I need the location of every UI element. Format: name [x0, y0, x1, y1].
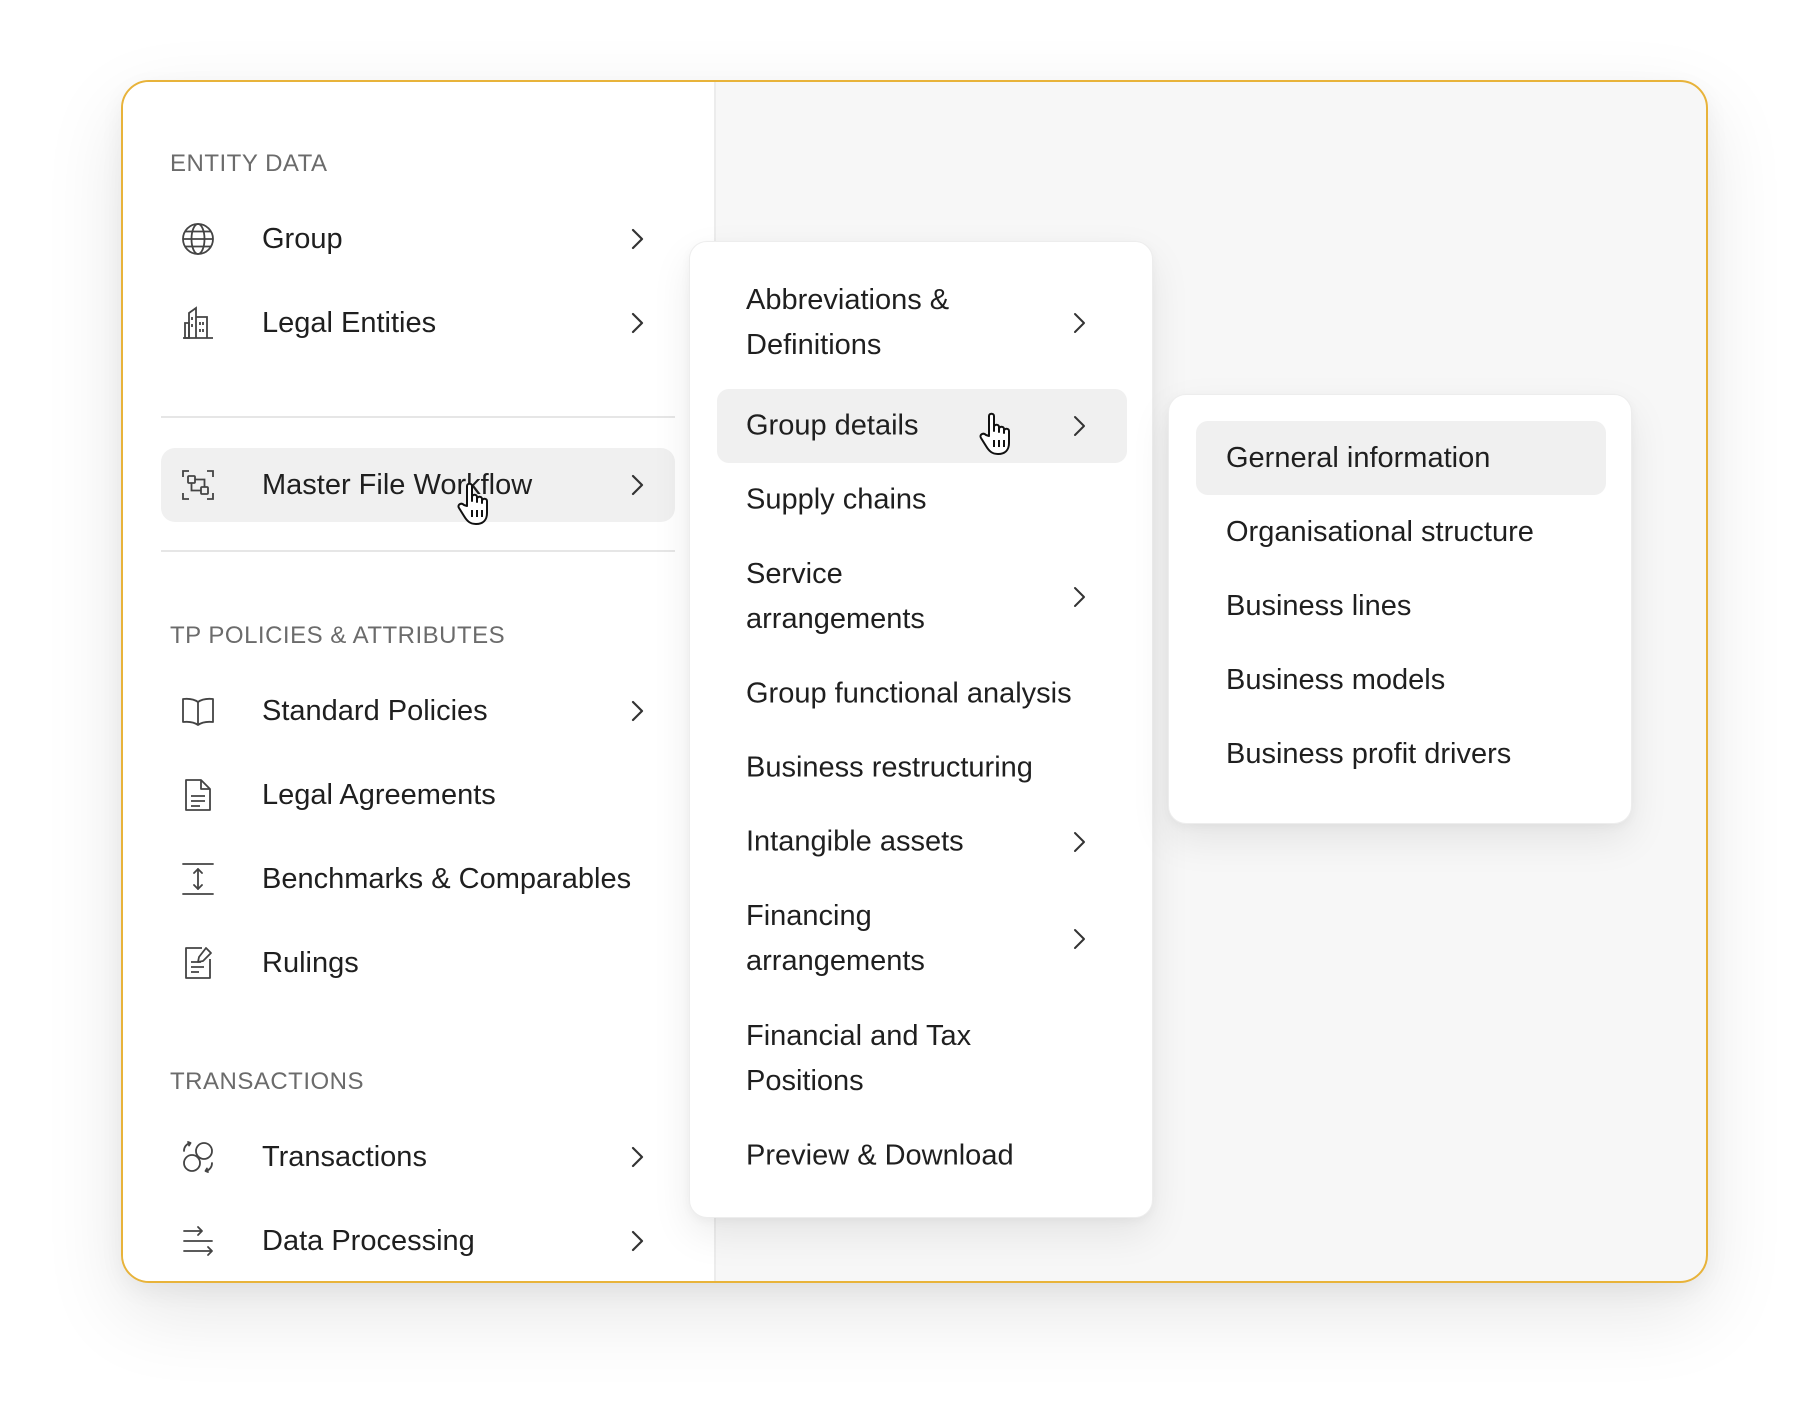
section-title-entity-data: ENTITY DATA — [170, 150, 328, 177]
menu-item-label: Group functional analysis — [746, 677, 1072, 710]
submenu-item-business-lines[interactable]: Business lines — [1196, 569, 1606, 643]
scan-workflow-icon — [180, 467, 216, 503]
submenu-item-general-information[interactable]: Gerneral information — [1196, 421, 1606, 495]
chevron-right-icon — [1067, 311, 1091, 335]
menu-item-group-details[interactable]: Group details — [717, 389, 1127, 463]
sidebar-item-label: Benchmarks & Comparables — [262, 863, 632, 895]
chevron-right-icon — [1067, 585, 1091, 609]
menu-item-supply-chains[interactable]: Supply chains — [717, 463, 1127, 537]
menu-item-preview-download[interactable]: Preview & Download — [717, 1119, 1127, 1193]
sidebar-item-label: Transactions — [262, 1141, 427, 1173]
submenu-item-business-models[interactable]: Business models — [1196, 643, 1606, 717]
section-title-tp-policies: TP POLICIES & ATTRIBUTES — [170, 622, 506, 649]
submenu-item-label: Gerneral information — [1226, 442, 1491, 474]
submenu-item-label: Business profit drivers — [1226, 738, 1512, 770]
submenu-item-business-profit-drivers[interactable]: Business profit drivers — [1196, 717, 1606, 791]
chevron-right-icon — [625, 473, 649, 497]
menu-item-group-functional-analysis[interactable]: Group functional analysis — [717, 657, 1127, 731]
app-window: ENTITY DATA Group Legal Entities Master … — [121, 80, 1708, 1283]
sidebar-item-group[interactable]: Group — [161, 202, 675, 276]
sidebar-item-benchmarks[interactable]: Benchmarks & Comparables — [161, 842, 675, 916]
chevron-right-icon — [1067, 830, 1091, 854]
divider — [161, 416, 675, 418]
submenu-item-organisational-structure[interactable]: Organisational structure — [1196, 495, 1606, 569]
menu-item-label: Financial and Tax Positions — [746, 1020, 972, 1097]
group-details-submenu: Gerneral information Organisational stru… — [1168, 394, 1632, 824]
building-icon — [180, 305, 216, 341]
menu-item-label: Business restructuring — [746, 751, 1033, 784]
menu-item-label: Intangible assets — [746, 825, 964, 858]
exchange-icon — [180, 1139, 216, 1175]
sidebar-item-rulings[interactable]: Rulings — [161, 926, 675, 1000]
menu-item-abbreviations[interactable]: Abbreviations & Definitions — [717, 268, 1127, 378]
arrows-right-icon — [180, 1223, 216, 1259]
menu-item-service-arrangements[interactable]: Service arrangements — [717, 537, 1127, 657]
sidebar-item-label: Rulings — [262, 947, 359, 979]
globe-icon — [180, 221, 216, 257]
chevron-right-icon — [625, 699, 649, 723]
book-icon — [180, 693, 216, 729]
menu-item-business-restructuring[interactable]: Business restructuring — [717, 731, 1127, 805]
menu-item-label: Supply chains — [746, 483, 927, 516]
submenu-item-label: Organisational structure — [1226, 516, 1534, 548]
chevron-right-icon — [1067, 414, 1091, 438]
divider — [161, 550, 675, 552]
master-file-menu: Abbreviations & Definitions Group detail… — [689, 241, 1153, 1218]
document-edit-icon — [180, 945, 216, 981]
hand-pointer-icon — [455, 480, 495, 528]
menu-item-financial-tax-positions[interactable]: Financial and Tax Positions — [717, 999, 1127, 1119]
sidebar-item-label: Legal Agreements — [262, 779, 496, 811]
sidebar-item-label: Standard Policies — [262, 695, 488, 727]
sidebar-item-transactions[interactable]: Transactions — [161, 1120, 675, 1194]
menu-item-label: Preview & Download — [746, 1139, 1014, 1172]
chevron-right-icon — [625, 311, 649, 335]
sidebar-item-legal-agreements[interactable]: Legal Agreements — [161, 758, 675, 832]
sidebar-item-label: Data Processing — [262, 1225, 475, 1257]
chevron-right-icon — [1067, 927, 1091, 951]
sidebar: ENTITY DATA Group Legal Entities Master … — [123, 82, 716, 1281]
menu-item-label: Financing arrangements — [746, 900, 925, 977]
chevron-right-icon — [625, 227, 649, 251]
menu-item-intangible-assets[interactable]: Intangible assets — [717, 805, 1127, 879]
sidebar-item-data-processing[interactable]: Data Processing — [161, 1204, 675, 1278]
menu-item-label: Service arrangements — [746, 558, 925, 635]
menu-item-label: Group details — [746, 409, 919, 442]
chevron-right-icon — [625, 1229, 649, 1253]
sidebar-item-master-file-workflow[interactable]: Master File Workflow — [161, 448, 675, 522]
chevron-right-icon — [625, 1145, 649, 1169]
submenu-item-label: Business lines — [1226, 590, 1412, 622]
hand-pointer-icon — [977, 410, 1017, 458]
sidebar-item-legal-entities[interactable]: Legal Entities — [161, 286, 675, 360]
document-icon — [180, 777, 216, 813]
sidebar-item-label: Legal Entities — [262, 307, 437, 339]
vertical-measure-icon — [180, 861, 216, 897]
section-title-transactions: TRANSACTIONS — [170, 1068, 365, 1095]
submenu-item-label: Business models — [1226, 664, 1446, 696]
sidebar-item-label: Group — [262, 223, 343, 255]
menu-item-label: Abbreviations & Definitions — [746, 284, 950, 361]
sidebar-item-standard-policies[interactable]: Standard Policies — [161, 674, 675, 748]
menu-item-financing-arrangements[interactable]: Financing arrangements — [717, 879, 1127, 999]
